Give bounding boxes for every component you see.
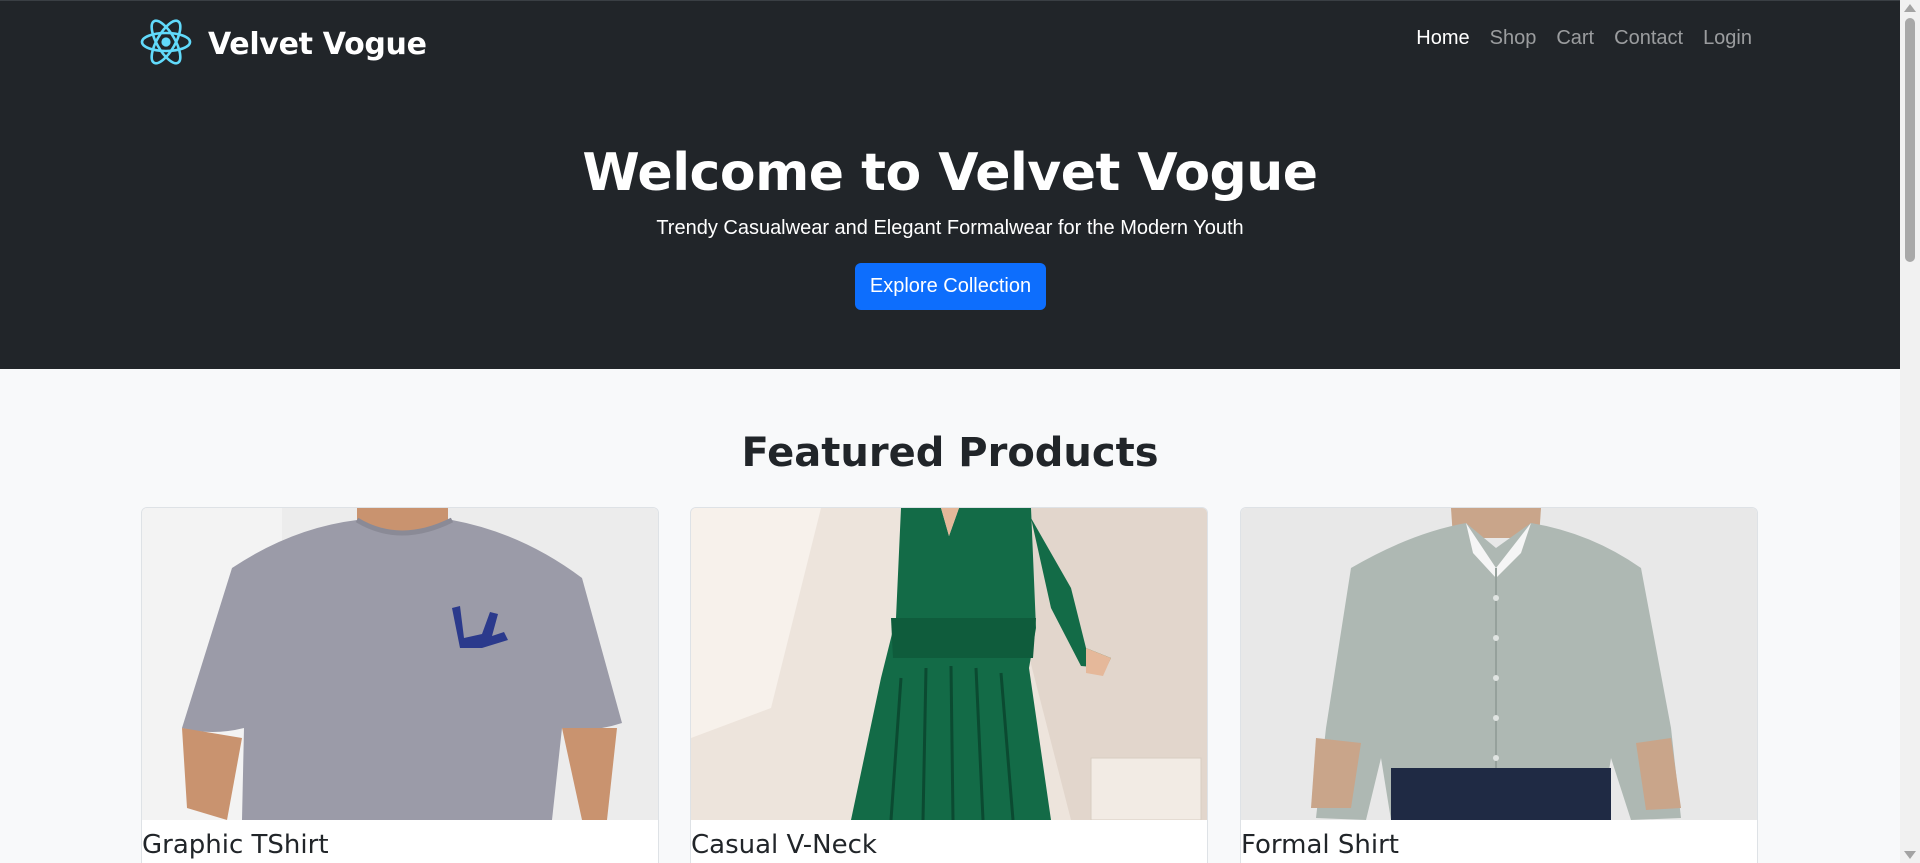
nav-home[interactable]: Home xyxy=(1416,27,1469,50)
explore-collection-button[interactable]: Explore Collection xyxy=(855,263,1046,310)
brand[interactable]: Velvet Vogue xyxy=(140,17,427,72)
hero-title: Welcome to Velvet Vogue xyxy=(582,143,1318,203)
page: Velvet Vogue Home Shop Cart Contact Logi… xyxy=(0,0,1900,863)
product-image[interactable] xyxy=(691,508,1207,820)
product-title[interactable]: Formal Shirt xyxy=(1241,830,1399,860)
product-title[interactable]: Casual V-Neck xyxy=(691,830,877,860)
nav-login[interactable]: Login xyxy=(1703,27,1752,50)
nav-shop[interactable]: Shop xyxy=(1490,27,1537,50)
scroll-down-arrow-icon[interactable] xyxy=(1904,851,1916,859)
main-nav: Home Shop Cart Contact Login xyxy=(1416,27,1752,50)
nav-contact[interactable]: Contact xyxy=(1614,27,1683,50)
hero-section: Velvet Vogue Home Shop Cart Contact Logi… xyxy=(0,0,1900,369)
scroll-up-arrow-icon[interactable] xyxy=(1904,4,1916,12)
vertical-scrollbar[interactable] xyxy=(1900,0,1920,863)
product-card-formal-shirt[interactable]: Formal Shirt xyxy=(1240,507,1758,863)
product-image[interactable] xyxy=(142,508,658,820)
product-card-graphic-tshirt[interactable]: Graphic TShirt xyxy=(141,507,659,863)
brand-name: Velvet Vogue xyxy=(208,26,427,62)
react-atom-icon xyxy=(140,17,192,72)
product-title[interactable]: Graphic TShirt xyxy=(142,830,329,860)
product-image[interactable] xyxy=(1241,508,1757,820)
nav-cart[interactable]: Cart xyxy=(1556,27,1594,50)
featured-products-title: Featured Products xyxy=(741,430,1159,476)
hero-subtitle: Trendy Casualwear and Elegant Formalwear… xyxy=(656,217,1244,239)
scroll-thumb[interactable] xyxy=(1905,18,1915,262)
product-card-casual-v-neck[interactable]: Casual V-Neck xyxy=(690,507,1208,863)
